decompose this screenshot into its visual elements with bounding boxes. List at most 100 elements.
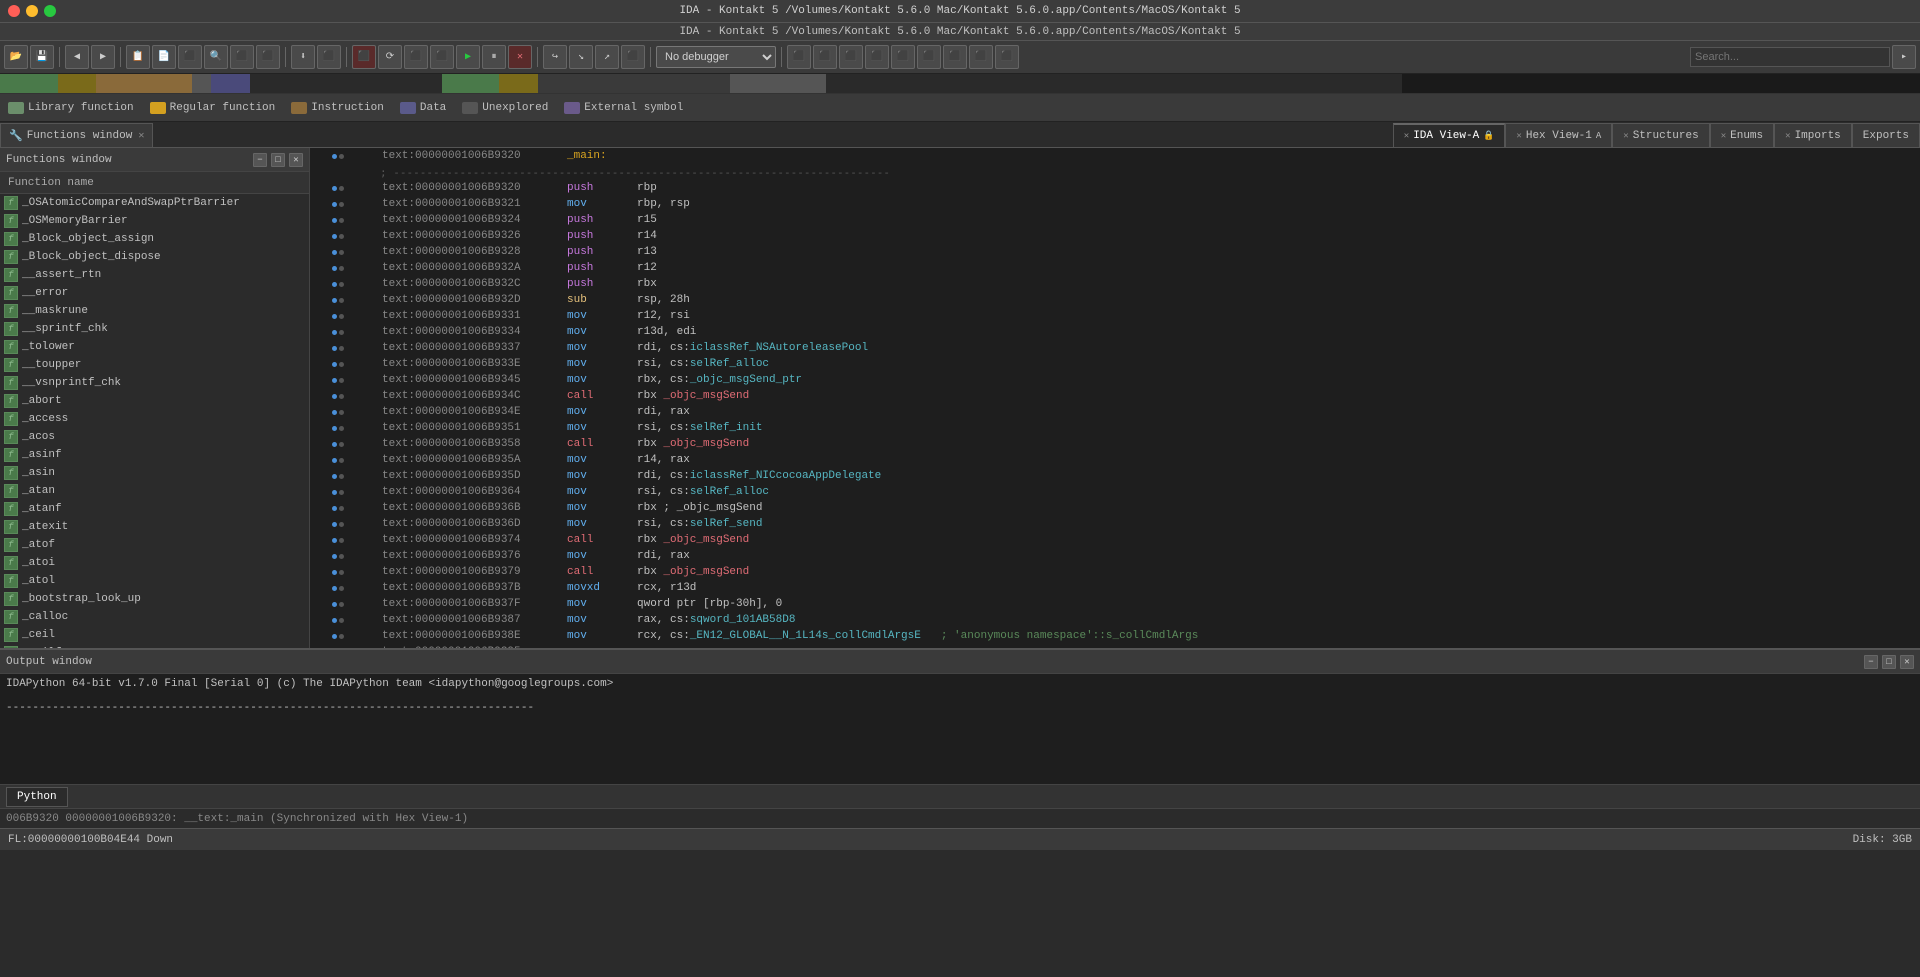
code-line[interactable]: text:00000001006B9331movr12, rsi [310, 308, 1920, 324]
tab-enums[interactable]: ✕ Enums [1710, 123, 1774, 147]
line-breakpoint-area[interactable] [332, 234, 354, 239]
line-breakpoint-area[interactable] [332, 506, 354, 511]
stop-button[interactable]: ✕ [508, 45, 532, 69]
maximize-button[interactable] [44, 5, 56, 17]
tab-hex-view[interactable]: ✕ Hex View-1 A [1505, 123, 1612, 147]
code-line[interactable]: text:00000001006B932Dsubrsp, 28h [310, 292, 1920, 308]
line-breakpoint-area[interactable] [332, 314, 354, 319]
function-list-item[interactable]: f__vsnprintf_chk [0, 374, 309, 392]
btn11[interactable]: ⬛ [787, 45, 811, 69]
tab-ida-view[interactable]: ✕ IDA View-A 🔒 [1393, 123, 1506, 147]
tab-imports-close[interactable]: ✕ [1785, 131, 1790, 141]
line-breakpoint-area[interactable] [332, 186, 354, 191]
btn12[interactable]: ⬛ [813, 45, 837, 69]
output-close-button[interactable]: ✕ [1900, 655, 1914, 669]
tab-structures[interactable]: ✕ Structures [1612, 123, 1709, 147]
btn16[interactable]: ⬛ [917, 45, 941, 69]
btn7[interactable]: ⬛ [317, 45, 341, 69]
line-breakpoint-area[interactable] [332, 266, 354, 271]
btn15[interactable]: ⬛ [891, 45, 915, 69]
output-tab-python[interactable]: Python [6, 787, 68, 807]
line-breakpoint-area[interactable] [332, 442, 354, 447]
code-line[interactable]: text:00000001006B932Apushr12 [310, 260, 1920, 276]
run-button[interactable]: ▶ [456, 45, 480, 69]
line-breakpoint-area[interactable] [332, 618, 354, 623]
code-line[interactable]: text:00000001006B934Emovrdi, rax [310, 404, 1920, 420]
line-breakpoint-area[interactable] [332, 410, 354, 415]
function-list-item[interactable]: f_calloc [0, 608, 309, 626]
debugger-select[interactable]: No debugger [656, 46, 776, 68]
code-line[interactable]: text:00000001006B9326pushr14 [310, 228, 1920, 244]
line-breakpoint-area[interactable] [332, 474, 354, 479]
line-breakpoint-area[interactable] [332, 458, 354, 463]
line-breakpoint-area[interactable] [332, 282, 354, 287]
functions-restore-button[interactable]: □ [271, 153, 285, 167]
step-in-button[interactable]: ↘ [569, 45, 593, 69]
btn9[interactable]: ⬛ [430, 45, 454, 69]
code-line[interactable]: text:00000001006B9395movrax, rcx [310, 644, 1920, 648]
line-breakpoint-area[interactable] [332, 394, 354, 399]
code-line[interactable]: text:00000001006B9320pushrbp [310, 180, 1920, 196]
line-breakpoint-area[interactable] [332, 538, 354, 543]
code-line[interactable]: text:00000001006B937Bmovxdrcx, r13d [310, 580, 1920, 596]
btn19[interactable]: ⬛ [995, 45, 1019, 69]
line-breakpoint-area[interactable] [332, 378, 354, 383]
line-breakpoint-area[interactable] [332, 554, 354, 559]
code-line[interactable]: text:00000001006B935Amovr14, rax [310, 452, 1920, 468]
line-breakpoint-area[interactable] [332, 490, 354, 495]
code-line[interactable]: text:00000001006B933Emovrsi, cs:selRef_a… [310, 356, 1920, 372]
tab-exports[interactable]: Exports [1852, 123, 1920, 147]
breakpoint-button[interactable]: ⬛ [352, 45, 376, 69]
line-breakpoint-area[interactable] [332, 634, 354, 639]
function-list-item[interactable]: f_OSAtomicCompareAndSwapPtrBarrier [0, 194, 309, 212]
code-line[interactable]: text:00000001006B938Emovrcx, cs:_EN12_GL… [310, 628, 1920, 644]
function-list-item[interactable]: f__toupper [0, 356, 309, 374]
function-list-item[interactable]: f_atanf [0, 500, 309, 518]
paste-button[interactable]: 📄 [152, 45, 176, 69]
code-line[interactable]: text:00000001006B9387movrax, cs:sqword_1… [310, 612, 1920, 628]
line-breakpoint-area[interactable] [332, 426, 354, 431]
function-list-item[interactable]: f_atexit [0, 518, 309, 536]
function-list-item[interactable]: f_ceil [0, 626, 309, 644]
tab-hex-close[interactable]: ✕ [1516, 131, 1521, 141]
pause-button[interactable]: ⏸ [482, 45, 506, 69]
code-line[interactable]: text:00000001006B935Dmovrdi, cs:iclassRe… [310, 468, 1920, 484]
code-line[interactable]: text:00000001006B9334movr13d, edi [310, 324, 1920, 340]
code-line[interactable]: text:00000001006B9324pushr15 [310, 212, 1920, 228]
traffic-lights[interactable] [8, 5, 56, 17]
save-button[interactable]: 💾 [30, 45, 54, 69]
functions-window-close[interactable]: ✕ [138, 130, 144, 142]
line-breakpoint-area[interactable] [332, 202, 354, 207]
code-line[interactable]: text:00000001006B9358callrbx _objc_msgSe… [310, 436, 1920, 452]
tab-functions-window[interactable]: 🔧 Functions window ✕ [0, 123, 153, 147]
function-list-item[interactable]: f_asinf [0, 446, 309, 464]
code-line[interactable]: text:00000001006B9321movrbp, rsp [310, 196, 1920, 212]
minimize-button[interactable] [26, 5, 38, 17]
copy-button[interactable]: 📋 [126, 45, 150, 69]
function-list-item[interactable]: f_bootstrap_look_up [0, 590, 309, 608]
code-line[interactable]: text:00000001006B937Fmovqword ptr [rbp-3… [310, 596, 1920, 612]
function-list-item[interactable]: f_atan [0, 482, 309, 500]
line-breakpoint-area[interactable] [332, 522, 354, 527]
btn3[interactable]: ⬛ [178, 45, 202, 69]
code-line[interactable]: text:00000001006B9374callrbx _objc_msgSe… [310, 532, 1920, 548]
close-button[interactable] [8, 5, 20, 17]
output-minimize-button[interactable]: − [1864, 655, 1878, 669]
code-line[interactable]: text:00000001006B932Cpushrbx [310, 276, 1920, 292]
search-input[interactable] [1691, 51, 1889, 63]
btn17[interactable]: ⬛ [943, 45, 967, 69]
line-breakpoint-area[interactable] [332, 330, 354, 335]
line-breakpoint-area[interactable] [332, 154, 354, 159]
function-list-item[interactable]: f_ceilf [0, 644, 309, 648]
btn18[interactable]: ⬛ [969, 45, 993, 69]
function-list-item[interactable]: f_abort [0, 392, 309, 410]
function-list-item[interactable]: f_acos [0, 428, 309, 446]
code-line[interactable]: text:00000001006B9320_main: [310, 148, 1920, 164]
functions-list[interactable]: f_OSAtomicCompareAndSwapPtrBarrierf_OSMe… [0, 194, 309, 648]
functions-minimize-button[interactable]: − [253, 153, 267, 167]
tab-imports[interactable]: ✕ Imports [1774, 123, 1852, 147]
code-line[interactable]: text:00000001006B9376movrdi, rax [310, 548, 1920, 564]
btn8[interactable]: ⬛ [404, 45, 428, 69]
step-out-button[interactable]: ↗ [595, 45, 619, 69]
refresh-button[interactable]: ⟳ [378, 45, 402, 69]
